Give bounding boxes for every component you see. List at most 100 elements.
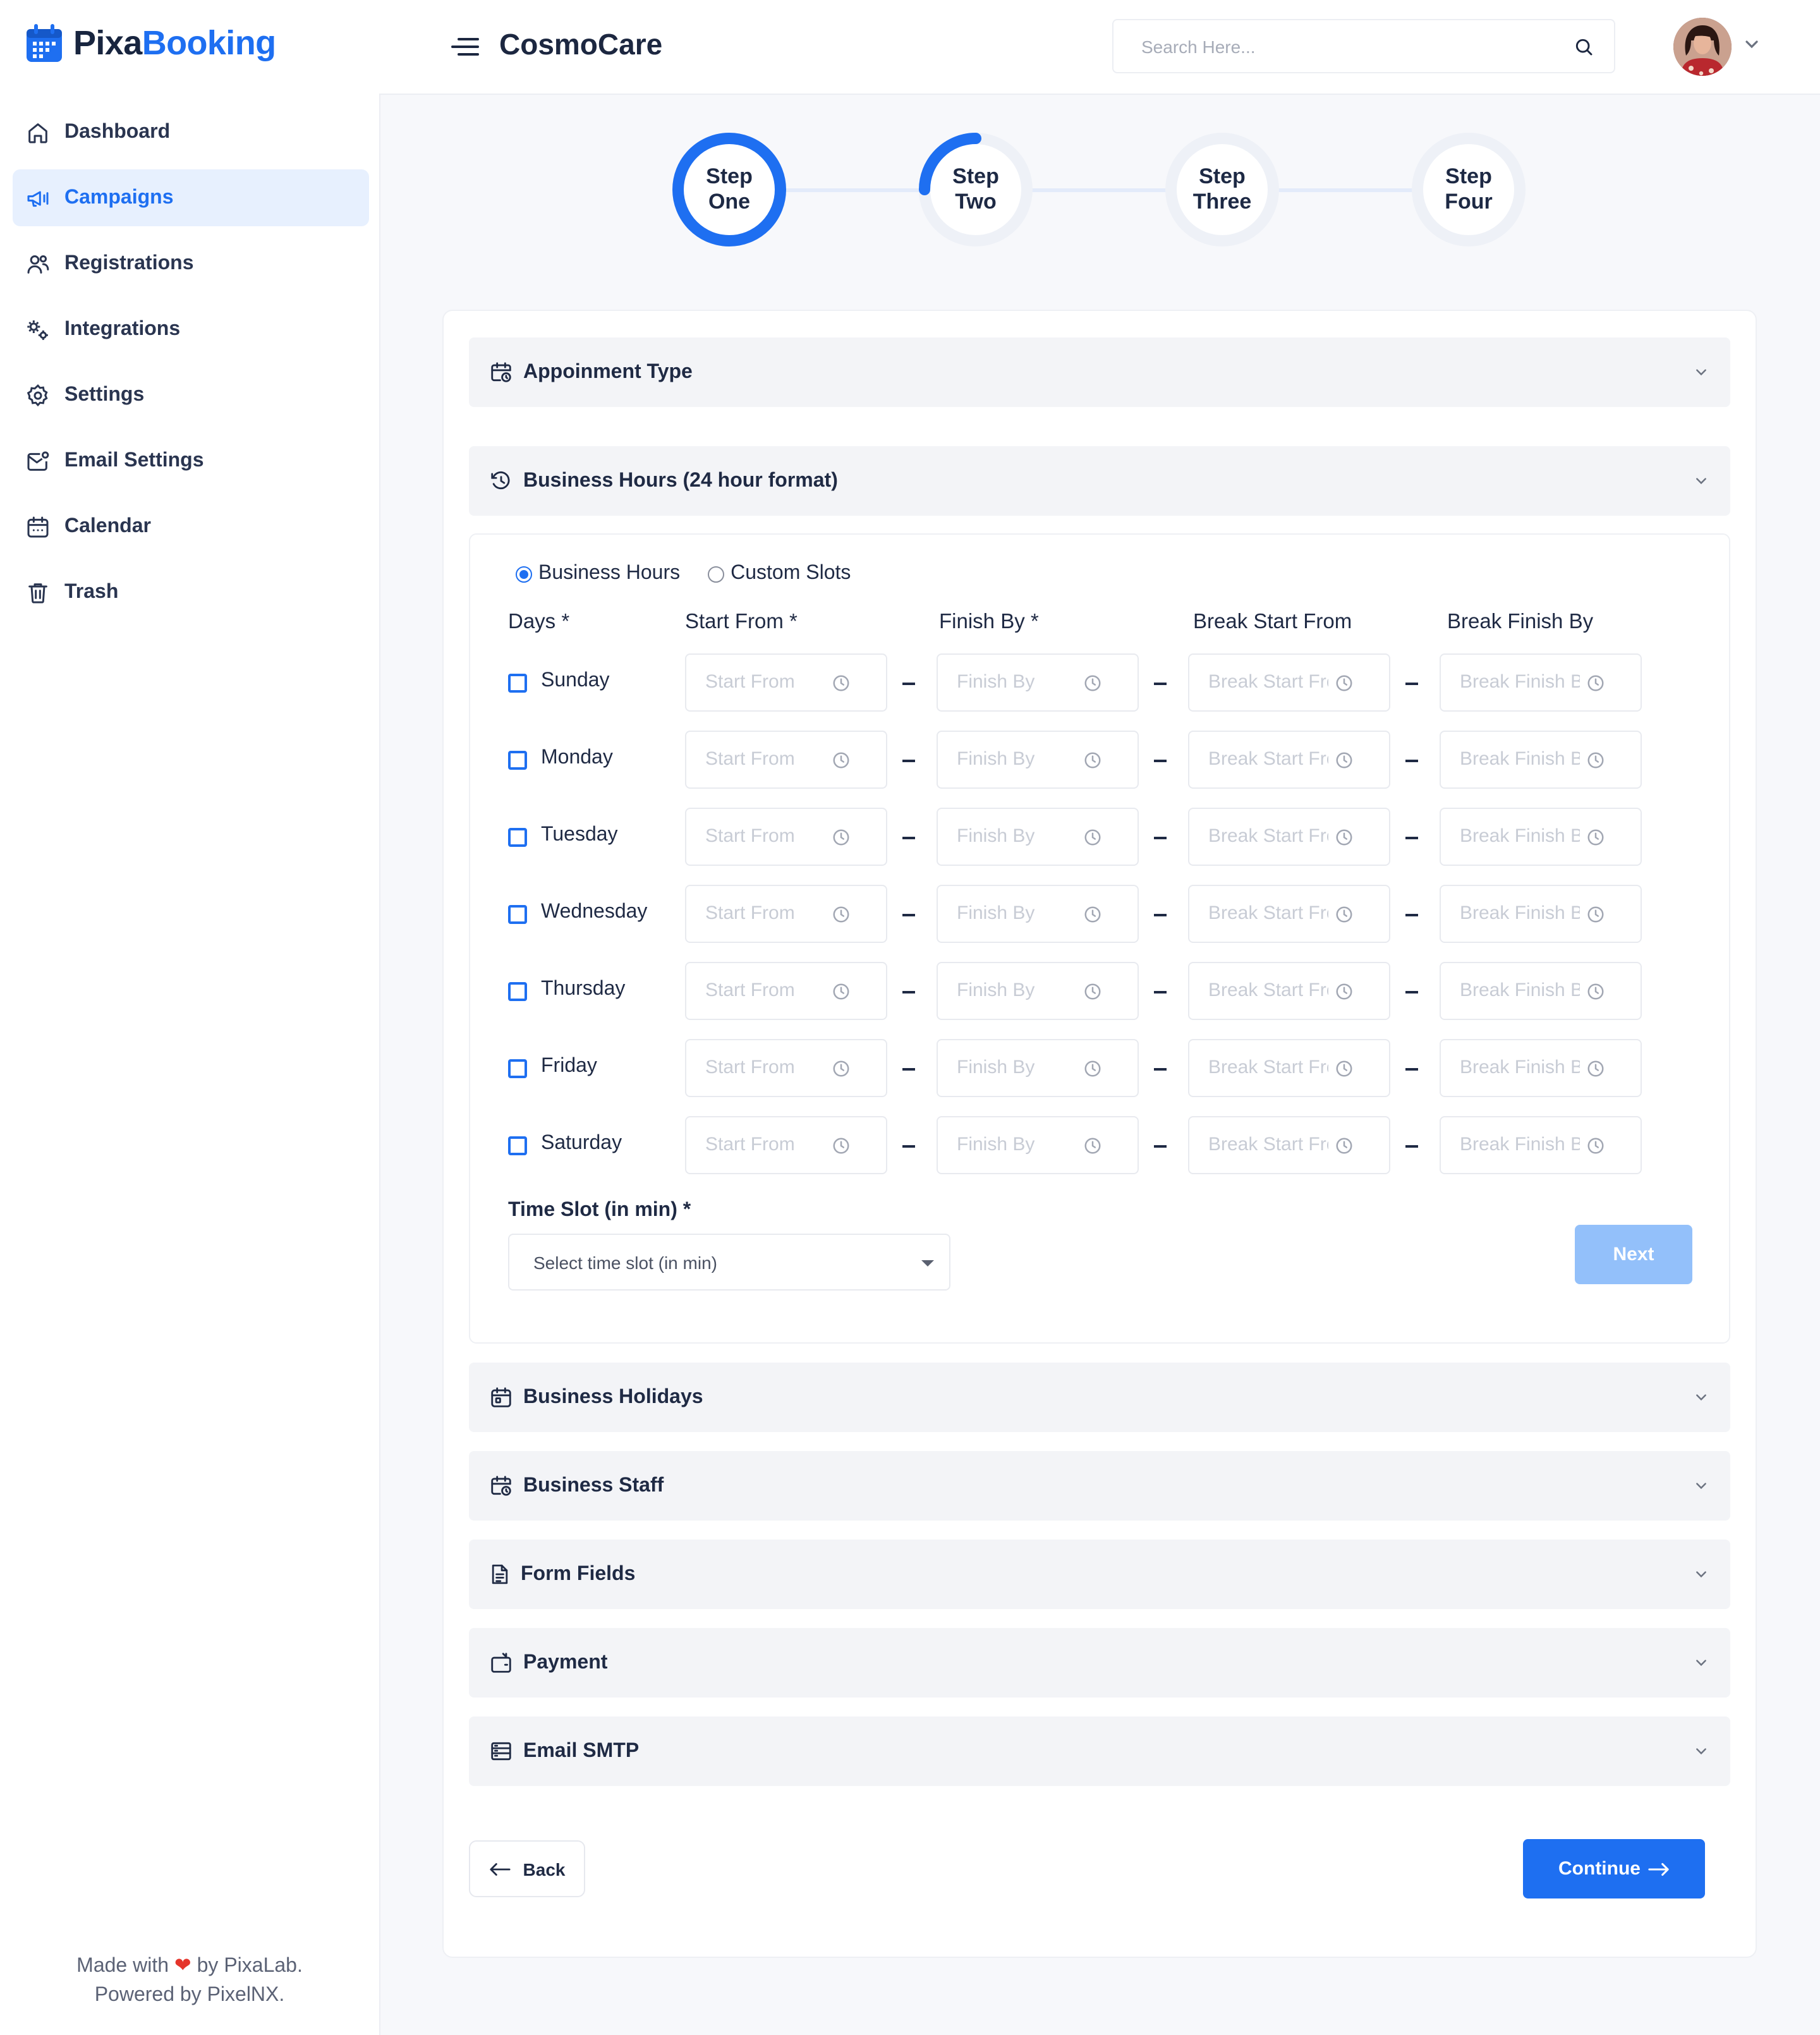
sidebar-item-email-settings[interactable]: Email Settings [13, 432, 369, 489]
day-checkbox[interactable] [508, 1059, 527, 1078]
clock-icon [1587, 829, 1604, 846]
time-input-finish-by[interactable]: Finish By [937, 885, 1139, 943]
back-button[interactable]: Back [469, 1840, 585, 1897]
chevron-down-icon [1696, 478, 1706, 485]
accordion-business-holidays[interactable]: Business Holidays [469, 1363, 1730, 1432]
day-checkbox[interactable] [508, 828, 527, 847]
time-input-break-finish[interactable]: Break Finish By [1440, 1039, 1642, 1097]
time-input-start-from[interactable]: Start From [685, 731, 887, 789]
time-input-break-start[interactable]: Break Start From [1188, 653, 1390, 712]
range-dash [1405, 837, 1418, 839]
time-placeholder: Start From [705, 748, 795, 770]
time-input-break-finish[interactable]: Break Finish By [1440, 653, 1642, 712]
time-input-break-start[interactable]: Break Start From [1188, 731, 1390, 789]
search-icon[interactable] [1574, 37, 1594, 57]
day-label: Thursday [541, 978, 626, 1000]
radio-custom-slots[interactable] [708, 566, 725, 582]
time-placeholder: Finish By [957, 902, 1035, 924]
time-input-finish-by[interactable]: Finish By [937, 808, 1139, 866]
time-slot-select[interactable]: Select time slot (in min) [508, 1234, 950, 1291]
time-input-start-from[interactable]: Start From [685, 1039, 887, 1097]
time-input-finish-by[interactable]: Finish By [937, 962, 1139, 1020]
continue-button[interactable]: Continue [1523, 1839, 1705, 1898]
clock-icon [833, 829, 849, 846]
app-root: PixaBooking Dashboard Campaigns Registra… [0, 0, 1820, 2035]
time-input-start-from[interactable]: Start From [685, 885, 887, 943]
calendar-clock-icon [491, 362, 511, 382]
accordion-title: Appoinment Type [523, 361, 693, 382]
sidebar-item-calendar[interactable]: Calendar [13, 498, 369, 555]
sidebar-item-registrations[interactable]: Registrations [13, 235, 369, 292]
accordion-business-staff[interactable]: Business Staff [469, 1451, 1730, 1521]
time-input-break-finish[interactable]: Break Finish By [1440, 808, 1642, 866]
time-input-finish-by[interactable]: Finish By [937, 1039, 1139, 1097]
sidebar-item-campaigns[interactable]: Campaigns [13, 169, 369, 226]
step-one-word: Step [706, 164, 753, 188]
step-label: Step Three [1193, 164, 1252, 215]
sidebar-item-integrations[interactable]: Integrations [13, 301, 369, 358]
time-input-break-start[interactable]: Break Start From [1188, 1116, 1390, 1174]
step-three-number: Three [1192, 190, 1252, 214]
day-label: Tuesday [541, 824, 618, 846]
avatar[interactable] [1673, 18, 1732, 76]
sidebar-item-settings[interactable]: Settings [13, 367, 369, 423]
accordion-business-hours[interactable]: Business Hours (24 hour format) [469, 446, 1730, 516]
step-four[interactable]: Step Four [1412, 133, 1526, 246]
sidebar-item-dashboard[interactable]: Dashboard [13, 104, 369, 161]
logo[interactable]: PixaBooking [25, 23, 276, 63]
step-one[interactable]: Step One [672, 133, 786, 246]
day-checkbox[interactable] [508, 982, 527, 1001]
radio-business-hours-label[interactable]: Business Hours [538, 562, 680, 585]
radio-custom-slots-label[interactable]: Custom Slots [731, 562, 851, 585]
page-title: CosmoCare [499, 28, 663, 61]
search-input[interactable] [1139, 35, 1548, 58]
time-input-break-finish[interactable]: Break Finish By [1440, 885, 1642, 943]
step-two[interactable]: Step Two [919, 133, 1033, 246]
day-checkbox[interactable] [508, 905, 527, 924]
accordion-title: Payment [523, 1651, 608, 1673]
column-header-break-start: Break Start From [1193, 610, 1352, 633]
radio-business-hours[interactable] [516, 566, 532, 582]
chevron-down-icon [1696, 1571, 1706, 1578]
step-label: Step One [706, 164, 753, 215]
range-dash [1154, 683, 1167, 685]
sidebar-item-trash[interactable]: Trash [13, 564, 369, 621]
time-input-break-start[interactable]: Break Start From [1188, 962, 1390, 1020]
sidebar-item-label: Integrations [64, 318, 181, 339]
time-input-finish-by[interactable]: Finish By [937, 653, 1139, 712]
table-row: Wednesday Start From Finish By Break Start … [508, 885, 1646, 943]
time-placeholder: Finish By [957, 825, 1035, 847]
time-placeholder: Break Finish By [1460, 748, 1580, 770]
time-input-break-finish[interactable]: Break Finish By [1440, 962, 1642, 1020]
time-input-break-finish[interactable]: Break Finish By [1440, 731, 1642, 789]
next-button[interactable]: Next [1575, 1225, 1692, 1284]
time-input-break-start[interactable]: Break Start From [1188, 1039, 1390, 1097]
accordion-email-smtp[interactable]: Email SMTP [469, 1716, 1730, 1786]
day-label: Saturday [541, 1133, 622, 1154]
time-input-start-from[interactable]: Start From [685, 962, 887, 1020]
day-label: Sunday [541, 670, 610, 691]
day-checkbox[interactable] [508, 674, 527, 693]
time-input-finish-by[interactable]: Finish By [937, 1116, 1139, 1174]
time-input-start-from[interactable]: Start From [685, 808, 887, 866]
accordion-appointment-type[interactable]: Appoinment Type [469, 337, 1730, 407]
accordion-payment[interactable]: Payment [469, 1628, 1730, 1698]
time-input-start-from[interactable]: Start From [685, 1116, 887, 1174]
day-checkbox[interactable] [508, 751, 527, 770]
accordion-form-fields[interactable]: Form Fields [469, 1540, 1730, 1609]
clock-icon [1336, 829, 1352, 846]
time-input-start-from[interactable]: Start From [685, 653, 887, 712]
time-input-break-start[interactable]: Break Start From [1188, 885, 1390, 943]
time-input-break-finish[interactable]: Break Finish By [1440, 1116, 1642, 1174]
step-three[interactable]: Step Three [1165, 133, 1279, 246]
time-input-finish-by[interactable]: Finish By [937, 731, 1139, 789]
day-checkbox[interactable] [508, 1136, 527, 1155]
chevron-down-icon[interactable] [1744, 39, 1759, 49]
accordion-title: Business Staff [523, 1474, 664, 1496]
chevron-down-icon [1696, 1660, 1706, 1667]
menu-toggle-icon[interactable] [450, 37, 480, 57]
accordion-title: Form Fields [521, 1563, 636, 1584]
time-placeholder: Finish By [957, 671, 1035, 693]
arrow-left-icon [489, 1862, 511, 1875]
time-input-break-start[interactable]: Break Start From [1188, 808, 1390, 866]
